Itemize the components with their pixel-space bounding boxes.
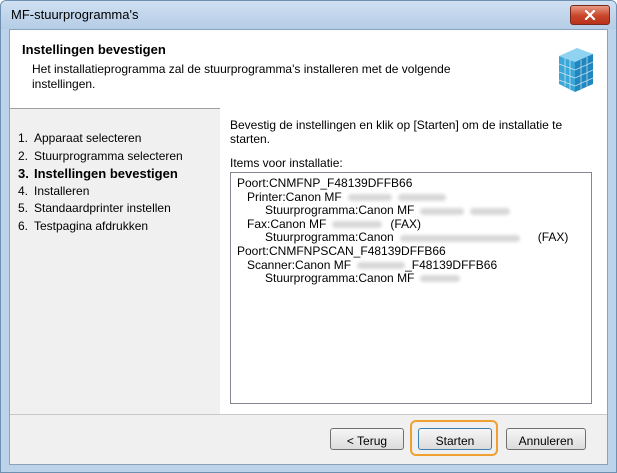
installer-window: MF-stuurprogramma's Instellingen bevesti… bbox=[0, 0, 617, 473]
step-item: 6. Testpagina afdrukken bbox=[18, 218, 149, 233]
title-bar[interactable]: MF-stuurprogramma's bbox=[1, 1, 616, 29]
list-item: Fax:Canon MF (FAX) bbox=[247, 216, 422, 231]
step-item: 4. Installeren bbox=[18, 183, 90, 198]
items-label: Items voor installatie: bbox=[230, 156, 343, 170]
list-item: Stuurprogramma:Canon MF bbox=[237, 203, 568, 218]
instruction-text: Bevestig de instellingen en klik op [Sta… bbox=[230, 118, 563, 146]
list-item: Scanner:Canon MF _F48139DFFB66 bbox=[247, 257, 498, 272]
close-icon bbox=[584, 10, 596, 20]
cancel-button[interactable]: Annuleren bbox=[506, 428, 586, 450]
list-item: Poort:CNMFNPSCAN_F48139DFFB66 bbox=[237, 243, 446, 258]
dialog-header: Instellingen bevestigen Het installatiep… bbox=[10, 30, 607, 109]
steps-list: 1. Apparaat selecteren 2. Stuurprogramma s… bbox=[18, 130, 218, 235]
footer-divider bbox=[10, 414, 607, 415]
close-button[interactable] bbox=[570, 5, 610, 25]
content-panel: Bevestig de instellingen en klik op [Sta… bbox=[220, 108, 607, 414]
header-title: Instellingen bevestigen bbox=[22, 42, 166, 57]
step-item: 5. Standaardprinter instellen bbox=[18, 201, 171, 215]
list-item: Stuurprogramma:Canon (FAX) bbox=[265, 230, 569, 245]
list-item: Poort:CNMFNP_F48139DFFB66 bbox=[237, 176, 413, 190]
step-item: 2. Stuurprogramma selecteren bbox=[18, 148, 183, 163]
back-button[interactable]: < Terug bbox=[330, 428, 404, 450]
start-button[interactable]: Starten bbox=[418, 428, 492, 450]
list-item: Stuurprogramma:Canon MF bbox=[237, 271, 568, 286]
items-list-box[interactable]: Poort:CNMFNP_F48139DFFB66 Printer:Canon … bbox=[230, 172, 592, 404]
dialog-client-area: Instellingen bevestigen Het installatiep… bbox=[9, 29, 608, 465]
header-description: Het installatieprogramma zal de stuurpro… bbox=[32, 62, 451, 91]
window-title: MF-stuurprogramma's bbox=[11, 7, 139, 22]
list-item: Printer:Canon MF bbox=[237, 190, 568, 205]
step-item: 1. Apparaat selecteren bbox=[18, 131, 142, 145]
canon-mf-package-icon bbox=[558, 48, 594, 92]
step-item-active: 3. Instellingen bevestigen bbox=[18, 166, 178, 181]
